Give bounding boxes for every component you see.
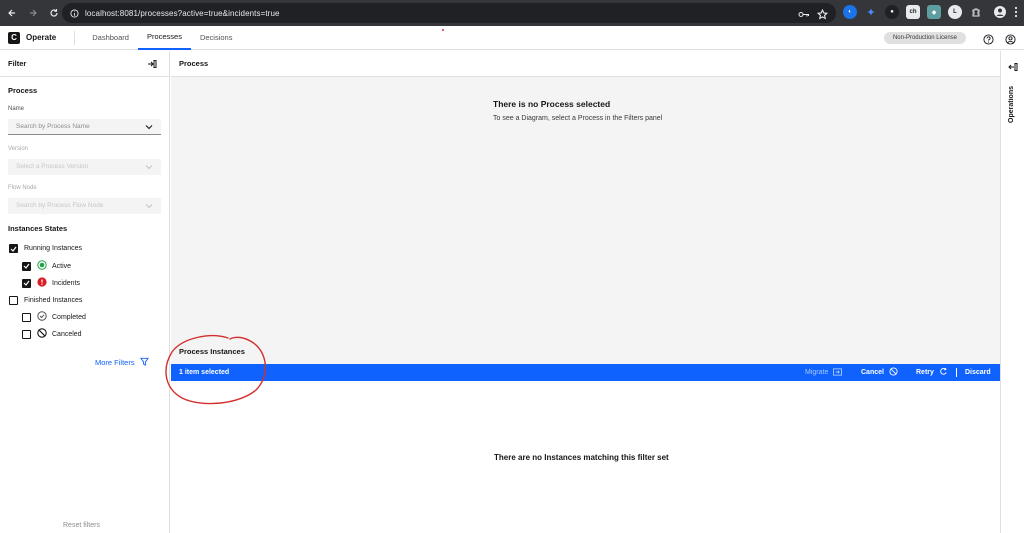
site-info-icon[interactable] [70, 8, 79, 18]
address-bar[interactable]: localhost:8081/processes?active=true&inc… [62, 3, 836, 23]
checkbox-unchecked-icon[interactable] [22, 329, 31, 339]
operations-panel[interactable]: Operations [1000, 51, 1024, 533]
completed-label: Completed [52, 313, 86, 321]
action-separator [956, 368, 957, 377]
cancel-icon [889, 367, 898, 378]
process-instances-header: Process Instances [171, 339, 1000, 364]
migrate-button[interactable]: Migrate [805, 364, 843, 381]
expand-panel-icon[interactable] [1008, 59, 1018, 77]
process-header: Process [171, 51, 1000, 77]
cancel-label: Cancel [861, 369, 884, 376]
checkbox-checked-icon[interactable] [22, 261, 31, 271]
active-label: Active [52, 262, 72, 270]
retry-label: Retry [916, 369, 934, 376]
extension-ch-icon[interactable]: ch [906, 5, 920, 19]
bookmark-star-icon[interactable] [816, 7, 829, 25]
nav-tab-decisions[interactable]: Decisions [191, 26, 242, 50]
operations-label: Operations [1008, 86, 1015, 123]
retry-button[interactable]: Retry [916, 364, 948, 381]
incidents-label: Incidents [52, 279, 81, 287]
completed-checkbox[interactable]: Completed [22, 311, 86, 323]
canceled-label: Canceled [52, 330, 82, 338]
flow-node-placeholder: Search by Process Flow Node [16, 202, 104, 209]
finished-instances-label: Finished Instances [24, 297, 83, 304]
back-icon[interactable] [3, 4, 21, 22]
filter-title: Filter [8, 59, 27, 68]
annotation-dot [442, 29, 444, 31]
chrome-menu-icon[interactable] [1014, 5, 1018, 23]
process-instances-title: Process Instances [179, 347, 245, 356]
batch-actions-bar: 1 item selected Migrate Cancel Retry Dis… [171, 364, 1000, 381]
incidents-checkbox[interactable]: Incidents [22, 277, 80, 289]
finished-instances-checkbox[interactable]: Finished Instances [9, 296, 82, 305]
nav-tab-dashboard[interactable]: Dashboard [83, 26, 138, 50]
app-header: C Operate Dashboard Processes Decisions … [0, 26, 1024, 50]
incident-state-icon [37, 277, 47, 289]
extension-blue-icon[interactable]: ◐ [843, 5, 857, 19]
process-version-dropdown[interactable]: Select a Process Version [8, 159, 161, 175]
version-label: Version [8, 146, 29, 152]
user-profile-icon[interactable] [1005, 32, 1016, 50]
extensions-menu-icon[interactable] [969, 5, 983, 19]
collapse-panel-icon[interactable] [147, 59, 157, 71]
running-instances-checkbox[interactable]: Running Instances [9, 244, 82, 253]
reset-filters-button[interactable]: Reset filters [63, 522, 100, 529]
filter-funnel-icon [139, 357, 149, 368]
url-text: localhost:8081/processes?active=true&inc… [85, 8, 280, 18]
canceled-checkbox[interactable]: Canceled [22, 328, 82, 340]
extension-l-icon[interactable]: L [948, 5, 962, 19]
filter-panel-header: Filter [0, 51, 169, 77]
chevron-down-icon [145, 164, 153, 172]
help-icon[interactable] [983, 32, 994, 50]
app-name[interactable]: Operate [26, 33, 56, 42]
process-section-title: Process [8, 86, 38, 95]
checkbox-unchecked-icon[interactable] [9, 296, 18, 305]
camunda-logo-icon[interactable]: C [8, 31, 20, 44]
password-key-icon[interactable] [798, 7, 810, 25]
checkbox-checked-icon[interactable] [9, 244, 18, 253]
browser-toolbar: localhost:8081/processes?active=true&inc… [0, 0, 1024, 26]
header-divider [74, 30, 76, 45]
no-process-title: There is no Process selected [493, 99, 611, 109]
filter-panel: Filter Process Name Search by Process Na… [0, 51, 170, 533]
migrate-label: Migrate [805, 369, 829, 376]
chevron-down-icon [145, 124, 153, 132]
extension-sparkle-icon[interactable]: ✦ [864, 5, 878, 19]
discard-button[interactable]: Discard [965, 364, 991, 381]
process-name-placeholder: Search by Process Name [16, 123, 90, 130]
reload-icon[interactable] [45, 4, 63, 22]
instance-states-title: Instances States [8, 224, 68, 233]
flow-node-label: Flow Node [8, 185, 37, 191]
checkbox-unchecked-icon[interactable] [22, 312, 31, 322]
completed-state-icon [37, 311, 47, 323]
cancel-button[interactable]: Cancel [861, 364, 898, 381]
extension-puzzle-icon[interactable]: ◆ [927, 5, 941, 19]
process-title: Process [179, 59, 209, 68]
process-name-dropdown[interactable]: Search by Process Name [8, 119, 161, 135]
process-version-placeholder: Select a Process Version [16, 163, 89, 170]
diagram-panel: There is no Process selected To see a Di… [171, 77, 1000, 339]
profile-avatar-icon[interactable] [994, 5, 1006, 23]
no-instances-message: There are no Instances matching this fil… [494, 453, 669, 462]
nav-tab-processes[interactable]: Processes [137, 26, 191, 50]
no-process-subtitle: To see a Diagram, select a Process in th… [493, 115, 663, 122]
running-instances-label: Running Instances [24, 245, 82, 252]
active-state-icon [37, 260, 47, 272]
more-filters-label: More Filters [95, 358, 135, 367]
more-filters-button[interactable]: More Filters [95, 357, 149, 368]
flow-node-dropdown[interactable]: Search by Process Flow Node [8, 198, 161, 214]
chevron-down-icon [145, 203, 153, 211]
selected-count: 1 item selected [179, 369, 230, 376]
migrate-icon [833, 367, 843, 378]
retry-icon [939, 367, 948, 378]
canceled-state-icon [37, 328, 47, 340]
extension-circle-icon[interactable]: ● [885, 5, 899, 19]
license-badge[interactable]: Non-Production License [883, 32, 966, 44]
active-checkbox[interactable]: Active [22, 260, 71, 272]
checkbox-checked-icon[interactable] [22, 278, 31, 288]
forward-icon[interactable] [24, 4, 42, 22]
name-label: Name [8, 106, 25, 112]
